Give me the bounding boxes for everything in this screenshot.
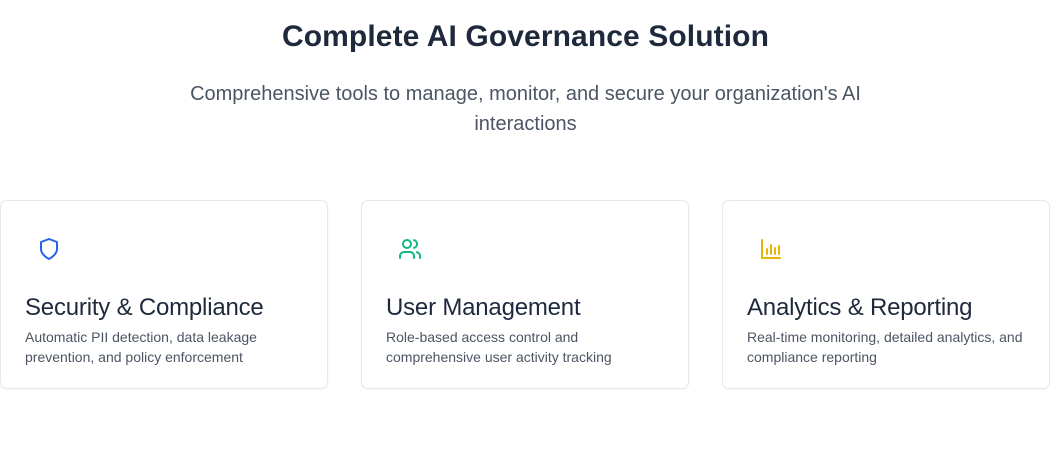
users-icon (398, 237, 422, 261)
bar-chart-icon (759, 237, 783, 261)
features-section: Complete AI Governance Solution Comprehe… (0, 0, 1061, 459)
feature-description: Real-time monitoring, detailed analytics… (747, 329, 1023, 365)
feature-title: Security & Compliance (25, 294, 264, 321)
feature-title: Analytics & Reporting (747, 294, 973, 321)
feature-card-analytics: Analytics & Reporting Real-time monitori… (722, 200, 1050, 389)
feature-description: Automatic PII detection, data leakage pr… (25, 329, 257, 365)
feature-description: Role-based access control and comprehens… (386, 329, 612, 365)
feature-card-user-management: User Management Role-based access contro… (361, 200, 689, 389)
section-subtitle: Comprehensive tools to manage, monitor, … (190, 83, 861, 135)
feature-title: User Management (386, 294, 581, 321)
feature-card-security: Security & Compliance Automatic PII dete… (0, 200, 328, 389)
section-title: Complete AI Governance Solution (281, 20, 770, 53)
shield-icon (37, 237, 61, 261)
